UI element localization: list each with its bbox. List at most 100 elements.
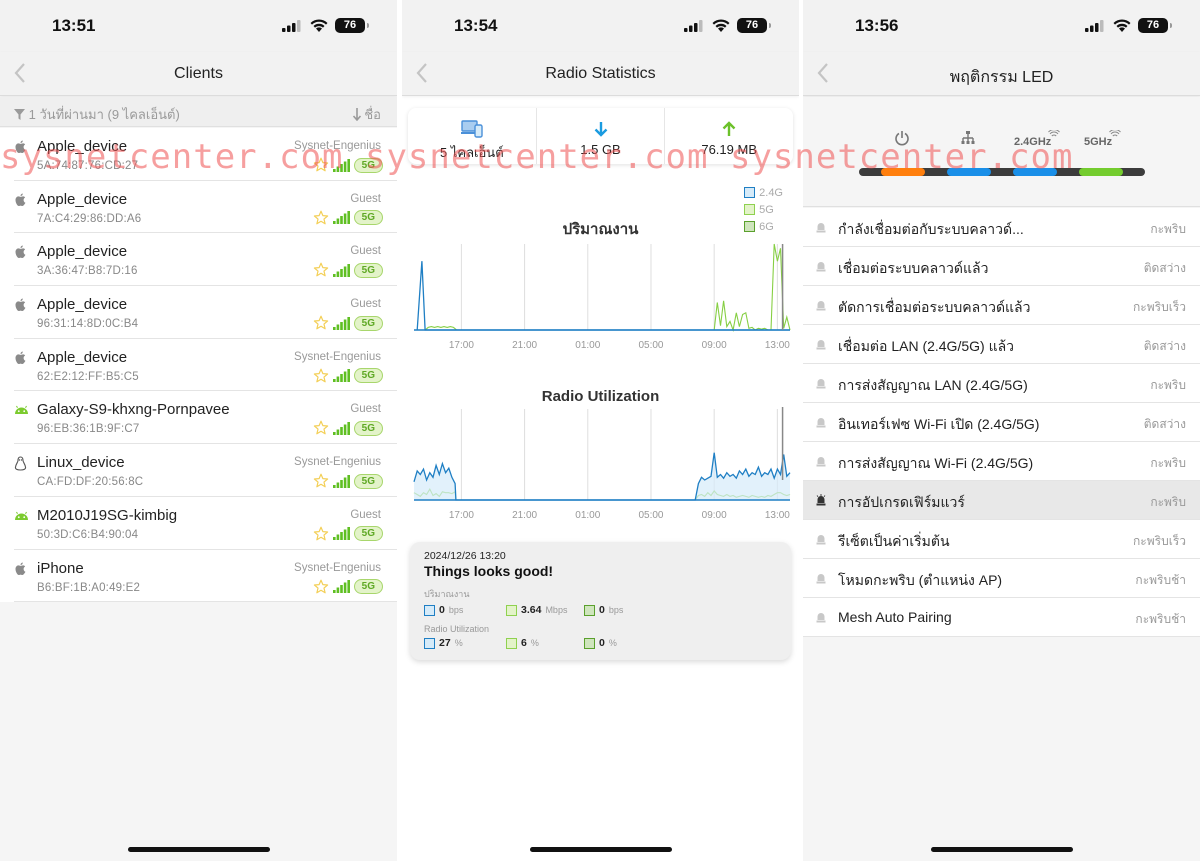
status-time: 13:56 <box>855 16 899 35</box>
x-tick-label: 05:00 <box>638 510 663 521</box>
nav-bar: Radio Statistics <box>402 52 799 96</box>
summary-download[interactable]: 1.5 GB <box>537 108 666 164</box>
led-behavior-state: ติดสว่าง <box>1143 339 1186 353</box>
led-behavior-row[interactable]: โหมดกะพริบ (ตำแหน่ง AP) กะพริบช้า <box>803 559 1200 598</box>
signal-strength-icon <box>332 527 350 541</box>
devices-icon <box>460 120 483 138</box>
status-time: 13:51 <box>52 16 96 35</box>
client-row[interactable]: Apple_device 62:E2:12:FF:B5:C5 Sysnet-Enge… <box>14 339 397 392</box>
series-line-2.4G[interactable] <box>416 261 790 331</box>
band-badge: 5G <box>353 579 383 594</box>
led-behavior-state: กะพริบเร็ว <box>1133 300 1186 314</box>
client-name: Galaxy-S9-khxng-Pornpavee <box>37 401 230 419</box>
client-name: Apple_device <box>37 348 128 366</box>
legend-label: 5G <box>759 203 774 216</box>
client-row[interactable]: M2010J19SG-kimbig 50:3D:C6:B4:90:04 Guest 5… <box>14 497 397 550</box>
summary-upload[interactable]: 76.19 MB <box>665 108 793 164</box>
led-behavior-row[interactable]: การส่งสัญญาณ Wi-Fi (2.4G/5G) กะพริบ <box>803 442 1200 481</box>
x-tick-label: 13:00 <box>765 340 790 351</box>
client-name: M2010J19SG-kimbig <box>37 506 178 524</box>
wifi-5g-label: 5GHz <box>1084 136 1113 148</box>
led-behavior-state: กะพริบ <box>1150 456 1186 470</box>
client-mac: 96:31:14:8D:0C:B4 <box>37 318 139 331</box>
favorite-star-icon[interactable] <box>313 262 329 278</box>
home-indicator[interactable] <box>529 847 672 852</box>
filter-bar: 1 วันที่ผ่านมา (9 ไคลเอ็นต์) ชื่อ <box>0 97 397 127</box>
client-badges: 5G <box>313 210 383 226</box>
favorite-star-icon[interactable] <box>313 315 329 331</box>
legend-item[interactable]: 5G <box>744 201 783 218</box>
client-ssid: Sysnet-Engenius <box>294 350 381 363</box>
sort-button[interactable]: ชื่อ <box>352 104 381 125</box>
favorite-star-icon[interactable] <box>313 473 329 489</box>
client-row[interactable]: Apple_device 7A:C4:29:86:DD:A6 Guest 5G <box>14 181 397 234</box>
favorite-star-icon[interactable] <box>313 210 329 226</box>
apple-os-icon <box>14 245 28 259</box>
favorite-star-icon[interactable] <box>313 157 329 173</box>
band-badge: 5G <box>353 368 383 384</box>
series-line-5G[interactable] <box>417 243 791 333</box>
alarm-light-icon <box>816 340 826 350</box>
summary-clients[interactable]: 5 ไคลเอ็นต์ <box>408 108 537 164</box>
favorite-star-icon[interactable] <box>313 368 329 384</box>
led-behavior-row[interactable]: ตัดการเชื่อมต่อระบบคลาวด์แล้ว กะพริบเร็ว <box>803 286 1200 325</box>
alarm-light-active-icon <box>816 494 826 506</box>
tooltip-value: 27 <box>439 637 451 649</box>
android-os-icon <box>14 403 28 417</box>
client-row[interactable]: Galaxy-S9-khxng-Pornpavee 96:EB:36:1B:9F:… <box>14 391 397 445</box>
client-name: Apple_device <box>37 243 128 261</box>
tooltip-value-item: 0% <box>584 637 654 649</box>
nav-bar: พฤติกรรม LED <box>803 52 1200 96</box>
led-behavior-row[interactable]: อินเทอร์เฟซ Wi-Fi เปิด (2.4G/5G) ติดสว่าง <box>803 403 1200 442</box>
wifi-2g-indicator: 2.4GHz <box>1014 129 1061 148</box>
client-row[interactable]: Apple_device 5A:74:87:76:CD:27 Sysnet-Enge… <box>14 128 397 181</box>
home-indicator[interactable] <box>930 847 1073 852</box>
client-mac: 62:E2:12:FF:B5:C5 <box>37 370 139 383</box>
wifi-icon <box>1109 129 1121 137</box>
led-behavior-row[interactable]: เชื่อมต่อระบบคลาวด์แล้ว ติดสว่าง <box>803 247 1200 286</box>
client-row[interactable]: iPhone B6:BF:1B:A0:49:E2 Sysnet-Engenius 5G <box>14 550 397 603</box>
led-behavior-row[interactable]: เชื่อมต่อ LAN (2.4G/5G) แล้ว ติดสว่าง <box>803 325 1200 364</box>
led-preview: 2.4GHz 5GHz <box>803 97 1200 207</box>
throughput-chart[interactable]: 17:00 21:00 01:00 05:00 09:00 13:00 <box>410 240 792 360</box>
power-icon <box>894 130 910 149</box>
client-ssid: Guest <box>350 298 381 311</box>
status-bar: 13:56 76 <box>803 0 1200 52</box>
client-badges: 5G <box>313 157 383 173</box>
alarm-light-icon <box>816 535 826 545</box>
utilization-chart[interactable]: 17:00 21:00 01:00 05:00 09:00 13:00 <box>410 405 792 530</box>
x-tick-label: 13:00 <box>765 510 790 521</box>
client-row[interactable]: Apple_device 96:31:14:8D:0C:B4 Guest 5G <box>14 286 397 339</box>
led-behavior-label: รีเซ็ตเป็นค่าเริ่มต้น <box>838 533 950 549</box>
led-behavior-label: เชื่อมต่อระบบคลาวด์แล้ว <box>838 260 989 276</box>
alarm-light-icon <box>816 574 826 584</box>
favorite-star-icon[interactable] <box>313 526 329 542</box>
chart-tooltip: 2024/12/26 13:20 Things looks good! ปริม… <box>410 542 791 660</box>
band-badge: 5G <box>353 210 383 226</box>
led-behavior-row[interactable]: การส่งสัญญาณ LAN (2.4G/5G) กะพริบ <box>803 364 1200 403</box>
favorite-star-icon[interactable] <box>313 420 329 436</box>
cellular-signal-icon <box>282 20 301 32</box>
favorite-star-icon[interactable] <box>313 579 329 595</box>
client-row[interactable]: Linux_device CA:FD:DF:20:56:8C Sysnet-Enge… <box>14 444 397 497</box>
led-behavior-row[interactable]: กำลังเชื่อมต่อกับระบบคลาวด์... กะพริบ <box>803 208 1200 247</box>
tooltip-value-item: 0 bps <box>424 604 506 616</box>
alarm-light-icon <box>816 613 826 623</box>
series-area-2.4G <box>414 452 790 500</box>
time-filter[interactable]: 1 วันที่ผ่านมา (9 ไคลเอ็นต์) <box>14 104 180 125</box>
alarm-light-icon <box>816 223 826 233</box>
led-behavior-state: กะพริบ <box>1150 378 1186 392</box>
legend-item[interactable]: 2.4G <box>744 184 783 201</box>
client-ssid: Guest <box>350 508 381 521</box>
x-tick-label: 21:00 <box>512 340 537 351</box>
led-behavior-row[interactable]: Mesh Auto Pairing กะพริบช้า <box>803 598 1200 637</box>
client-row[interactable]: Apple_device 3A:36:47:B8:7D:16 Guest 5G <box>14 233 397 287</box>
home-indicator[interactable] <box>127 847 270 852</box>
led-behavior-row[interactable]: รีเซ็ตเป็นค่าเริ่มต้น กะพริบเร็ว <box>803 520 1200 559</box>
x-tick-label: 17:00 <box>449 510 474 521</box>
led-behavior-row[interactable]: การอัปเกรดเฟิร์มแวร์ กะพริบ <box>803 481 1200 520</box>
client-badges: 5G <box>313 473 383 489</box>
tooltip-swatch <box>506 604 517 616</box>
alarm-light-icon <box>816 379 826 389</box>
client-ssid: Guest <box>350 245 381 258</box>
